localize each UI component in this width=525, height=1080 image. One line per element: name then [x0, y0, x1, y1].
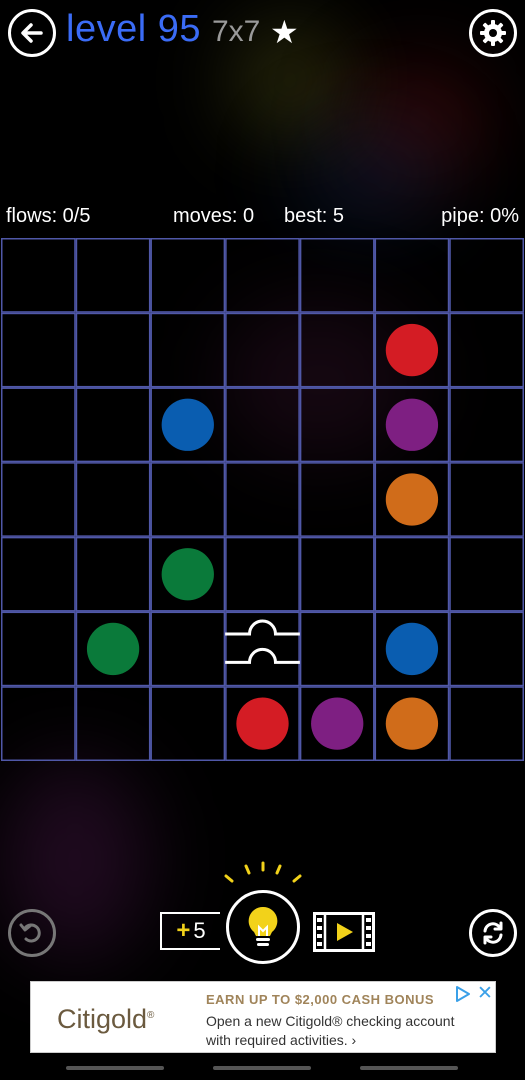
board-cell[interactable]	[1, 462, 76, 537]
board-cell[interactable]	[299, 387, 375, 463]
board-cell[interactable]	[374, 536, 450, 612]
hints-count-value: 5	[193, 918, 206, 943]
board-cell[interactable]	[299, 536, 375, 612]
board-cell[interactable]	[225, 462, 300, 537]
undo-icon	[19, 923, 41, 943]
adchoices-icon[interactable]	[454, 985, 472, 1003]
flow-dot[interactable]	[385, 622, 439, 676]
board-cell[interactable]	[299, 611, 375, 687]
board-cell[interactable]	[150, 462, 226, 537]
board-cell[interactable]	[1, 686, 76, 761]
board-cell[interactable]	[75, 686, 151, 761]
ad-close-button[interactable]: ✕	[477, 982, 493, 1005]
board-cell[interactable]	[150, 686, 226, 761]
board-cell[interactable]	[225, 387, 300, 463]
ad-headline: EARN UP TO $2,000 CASH BONUS	[206, 992, 435, 1007]
settings-button[interactable]	[469, 9, 517, 57]
board-cell[interactable]	[449, 611, 524, 687]
ad-logo: Citigold®	[57, 1004, 155, 1034]
nav-bar-right	[360, 1066, 458, 1070]
flow-dot[interactable]	[311, 697, 364, 750]
board-cell[interactable]	[75, 536, 151, 612]
pipe-percentage: pipe: 0%	[441, 205, 519, 227]
moves-counter: moves: 0	[173, 205, 255, 227]
flow-dot[interactable]	[385, 398, 439, 451]
board-cell[interactable]	[225, 238, 300, 313]
film-play-icon	[313, 912, 375, 952]
board-size-label: 7x7	[212, 15, 261, 48]
board-cell[interactable]	[225, 536, 300, 612]
star-icon: ★	[270, 14, 299, 50]
ad-body: Open a new Citigold® checking account wi…	[206, 1013, 455, 1048]
nav-bar-center	[213, 1066, 311, 1070]
flow-dot[interactable]	[385, 323, 439, 377]
flow-dot[interactable]	[86, 622, 140, 676]
refresh-icon	[483, 921, 503, 945]
board-cell[interactable]	[75, 462, 151, 537]
board-cell[interactable]	[225, 312, 300, 388]
arrow-left-icon	[21, 23, 43, 43]
hints-count[interactable]: + 5	[160, 912, 220, 950]
undo-button[interactable]	[8, 909, 56, 957]
board-cell[interactable]	[1, 536, 76, 612]
board-cell[interactable]	[374, 238, 450, 313]
hint-button[interactable]	[226, 890, 300, 964]
board-cell[interactable]	[150, 238, 226, 313]
board-cell[interactable]	[449, 462, 524, 537]
flow-dot[interactable]	[385, 473, 439, 526]
flow-dot[interactable]	[236, 697, 289, 750]
gear-icon	[480, 20, 506, 46]
game-board[interactable]	[1, 238, 524, 761]
board-cell[interactable]	[449, 238, 524, 313]
level-title: level 95	[66, 8, 201, 50]
ad-banner[interactable]: Citigold® EARN UP TO $2,000 CASH BONUS O…	[30, 981, 496, 1053]
nav-bar-left	[66, 1066, 164, 1070]
board-cell[interactable]	[299, 312, 375, 388]
hints-plus: +	[176, 917, 191, 944]
board-cell[interactable]	[150, 611, 226, 687]
board-cell[interactable]	[75, 238, 151, 313]
board-cell[interactable]	[449, 387, 524, 463]
flows-counter: flows: 0/5	[6, 205, 91, 227]
lightbulb-icon	[248, 906, 278, 946]
hint-rays-icon	[224, 861, 302, 883]
board-cell[interactable]	[449, 686, 524, 761]
board-cell[interactable]	[75, 387, 151, 463]
flow-dot[interactable]	[161, 398, 214, 451]
flow-dot[interactable]	[385, 697, 439, 750]
background-glow	[350, 60, 490, 180]
board-cell[interactable]	[1, 312, 76, 388]
bottom-controls: + 5	[0, 860, 525, 970]
board-cell[interactable]	[75, 312, 151, 388]
flow-dot[interactable]	[161, 548, 214, 601]
board-cell[interactable]	[299, 238, 375, 313]
board-cell[interactable]	[1, 387, 76, 463]
board-cell[interactable]	[150, 312, 226, 388]
back-button[interactable]	[8, 9, 56, 57]
board-cell[interactable]	[1, 611, 76, 687]
top-bar: level 95 7x7 ★	[0, 0, 525, 64]
best-counter: best: 5	[284, 205, 345, 227]
reset-button[interactable]	[469, 909, 517, 957]
board-cell[interactable]	[449, 312, 524, 388]
video-hint-button[interactable]	[313, 912, 375, 952]
board-cell[interactable]	[449, 536, 524, 612]
board-grid[interactable]	[1, 238, 524, 761]
board-cell[interactable]	[299, 462, 375, 537]
board-cell[interactable]	[1, 238, 76, 313]
